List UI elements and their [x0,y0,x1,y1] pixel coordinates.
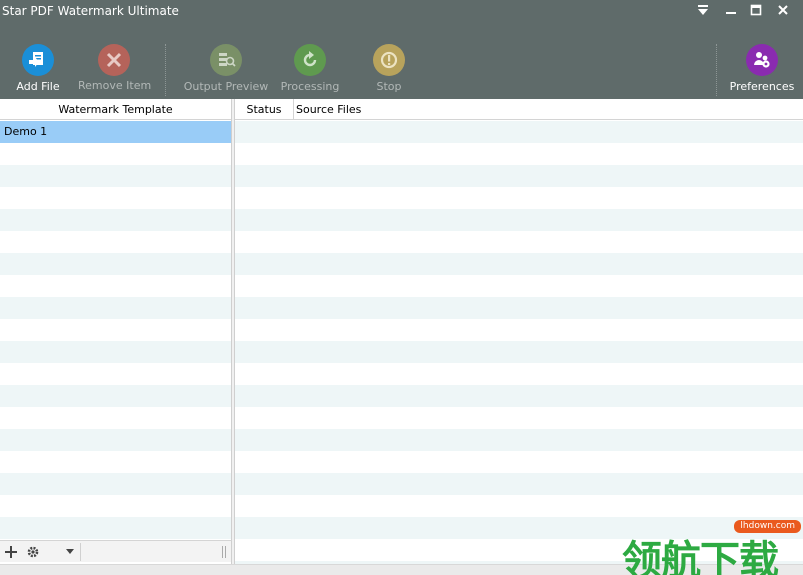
close-icon [778,5,788,15]
plus-icon [5,546,17,558]
output-preview-label: Output Preview [183,80,269,93]
list-row [0,231,231,253]
list-row [235,143,803,165]
list-row [0,187,231,209]
template-item[interactable]: Demo 1 [0,121,231,143]
column-status[interactable]: Status [235,98,294,120]
add-template-button[interactable] [2,543,20,561]
gear-icon [27,546,39,558]
remove-icon [98,44,130,76]
list-row [235,209,803,231]
list-row [0,297,231,319]
processing-label: Processing [280,80,340,93]
list-row [0,253,231,275]
list-row [0,451,231,473]
remove-item-label: Remove Item [78,79,152,92]
list-row [235,451,803,473]
watermark-template-header[interactable]: Watermark Template [0,99,231,120]
list-row [0,407,231,429]
add-file-icon [22,44,54,76]
template-actions-bar [0,540,232,562]
list-row [0,495,231,517]
list-row [235,429,803,451]
preferences-button[interactable]: Preferences [727,44,797,96]
list-row [235,407,803,429]
maximize-icon [750,4,762,16]
resize-grip[interactable] [220,543,228,561]
grip-icon [222,546,226,558]
toolbar-separator [165,44,166,96]
refresh-icon [294,44,326,76]
list-row [235,473,803,495]
add-file-label: Add File [16,80,60,93]
watermark-logo: lhdown.com 领航下载 [620,518,803,575]
add-file-button[interactable]: Add File [8,44,68,96]
minimize-button[interactable] [720,2,742,18]
list-row [0,319,231,341]
list-row [235,297,803,319]
list-row [0,165,231,187]
processing-button[interactable]: Processing [278,44,342,96]
column-source-files[interactable]: Source Files [294,99,361,120]
list-row [0,385,231,407]
list-row [0,429,231,451]
list-row [0,341,231,363]
toolbar-separator [716,44,717,96]
list-row [235,121,803,143]
list-row [0,517,231,539]
stop-icon [373,44,405,76]
divider [80,543,81,561]
list-row [0,143,231,165]
list-row [235,275,803,297]
list-row [0,209,231,231]
watermark-text: 领航下载 [622,538,779,575]
remove-item-button[interactable]: Remove Item [78,44,152,96]
stop-button[interactable]: Stop [365,44,413,96]
close-button[interactable] [772,2,794,18]
list-row [235,385,803,407]
list-row [235,253,803,275]
stop-label: Stop [376,80,402,93]
window-title: Star PDF Watermark Ultimate [2,4,179,18]
list-row [235,231,803,253]
users-gear-icon [746,44,778,76]
list-row [0,363,231,385]
list-row [235,165,803,187]
maximize-button[interactable] [745,2,767,18]
list-row [235,341,803,363]
chevron-down-icon [66,549,74,554]
minimize-icon [726,12,736,14]
dropdown-menu-icon [698,5,708,15]
preferences-label: Preferences [729,80,795,93]
list-row [0,275,231,297]
list-row [235,187,803,209]
output-preview-button[interactable]: Output Preview [183,44,269,96]
list-row [235,363,803,385]
output-preview-icon [210,44,242,76]
template-settings-dropdown[interactable] [22,543,78,561]
menu-dropdown-button[interactable] [692,2,714,18]
list-row [235,319,803,341]
source-files-list [235,121,803,564]
toolbar-area: Star PDF Watermark Ultimate Add File Rem… [0,0,803,99]
template-list: Demo 1 [0,121,231,564]
source-files-panel: Status Source Files [234,98,803,564]
list-row [0,473,231,495]
watermark-template-panel: Watermark Template Demo 1 [0,99,232,564]
list-row [235,495,803,517]
source-files-header: Status Source Files [235,98,803,120]
